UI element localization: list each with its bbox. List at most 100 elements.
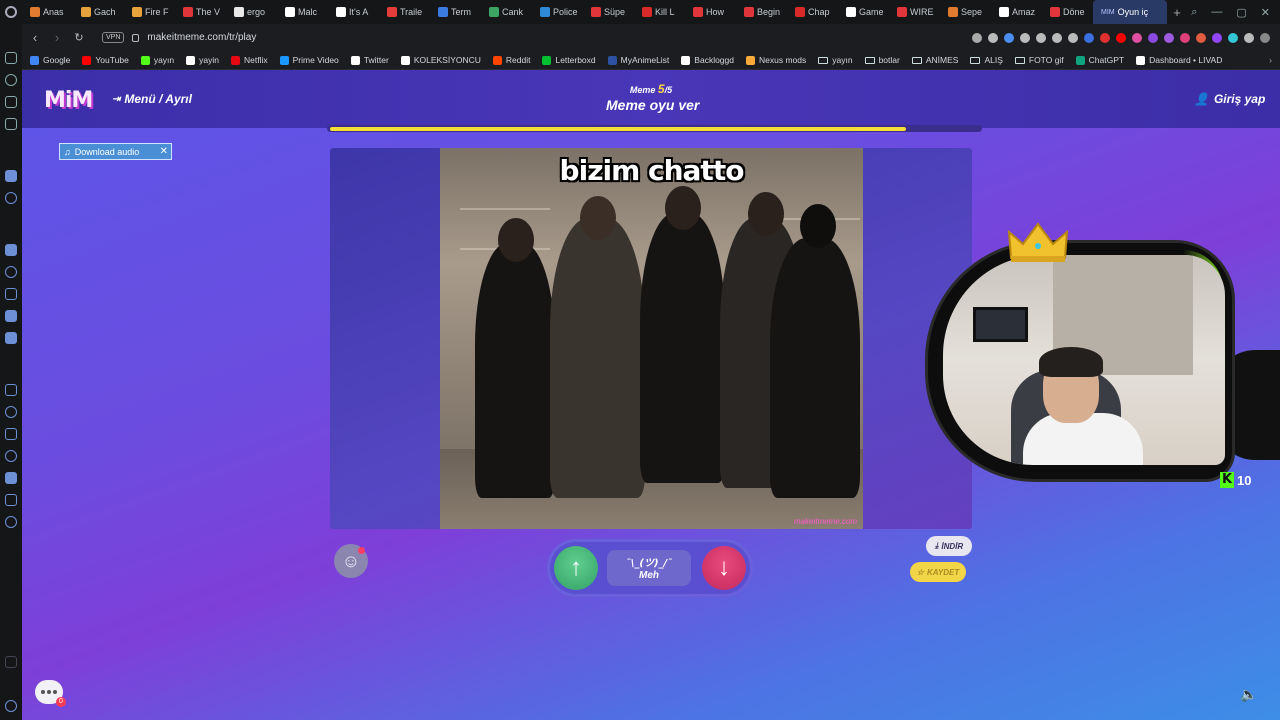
- sidebar-home-icon[interactable]: [5, 52, 17, 64]
- sidebar-discord-icon[interactable]: [5, 332, 17, 344]
- tab[interactable]: Term: [430, 0, 481, 24]
- volume-extension-icon[interactable]: [1084, 32, 1094, 43]
- bookmark-item[interactable]: MyAnimeList: [607, 55, 669, 65]
- sidebar-m-icon[interactable]: [5, 118, 17, 130]
- download-meme-button[interactable]: ⤓ İNDİR: [926, 536, 972, 556]
- bookmark-item[interactable]: Google: [30, 55, 70, 65]
- tab[interactable]: Chap: [787, 0, 838, 24]
- sidebar-history-icon[interactable]: [5, 450, 17, 462]
- tab[interactable]: Begin: [736, 0, 787, 24]
- minimize-icon[interactable]: —: [1211, 6, 1222, 19]
- tab[interactable]: ergo: [226, 0, 277, 24]
- search-tabs-icon[interactable]: ⌕: [1191, 6, 1197, 19]
- meh-button[interactable]: ¯\_(ツ)_/¯ Meh: [607, 550, 691, 586]
- sidebar-whatsapp-icon[interactable]: [5, 266, 17, 278]
- sidebar-more-icon[interactable]: [5, 700, 17, 712]
- tab[interactable]: Sepe: [940, 0, 991, 24]
- sidebar-favorites-icon[interactable]: [5, 406, 17, 418]
- menu-leave-link[interactable]: ⇥ Menü / Ayrıl: [112, 92, 192, 106]
- twitch-extension-icon[interactable]: [1212, 32, 1222, 43]
- cyan-extension-icon[interactable]: [1228, 32, 1238, 43]
- tab[interactable]: Fire F: [124, 0, 175, 24]
- bookmark-folder[interactable]: yayın: [818, 55, 853, 65]
- shield-icon[interactable]: [1004, 32, 1014, 43]
- pin-icon[interactable]: [972, 32, 982, 43]
- mim-logo[interactable]: MiM: [44, 88, 93, 113]
- tab[interactable]: Gach: [73, 0, 124, 24]
- vpn-badge[interactable]: VPN: [102, 32, 125, 43]
- back-icon[interactable]: ‹: [26, 30, 44, 45]
- bookmark-item[interactable]: yayin: [186, 55, 219, 65]
- menu-dots-icon[interactable]: [1260, 32, 1270, 43]
- color-extension-icon[interactable]: [1196, 32, 1206, 43]
- bookmark-item[interactable]: Reddit: [492, 55, 530, 65]
- forward-icon[interactable]: ›: [48, 30, 66, 45]
- maximize-icon[interactable]: ▢: [1236, 6, 1246, 19]
- sidebar-gx-icon[interactable]: [5, 656, 17, 668]
- bookmark-item[interactable]: KOLEKSİYONCU: [400, 55, 481, 65]
- tab[interactable]: Malc: [277, 0, 328, 24]
- tab[interactable]: Cank: [481, 0, 532, 24]
- sidebar-gear-icon[interactable]: [5, 516, 17, 528]
- sidebar-settings-icon[interactable]: [5, 192, 17, 204]
- youtube-extension-icon[interactable]: [1116, 32, 1126, 43]
- bookmarks-more-icon[interactable]: ›: [1269, 55, 1280, 65]
- recorder-extension-icon[interactable]: [1100, 32, 1110, 43]
- tab[interactable]: Traile: [379, 0, 430, 24]
- sidebar-twitch-icon[interactable]: [5, 244, 17, 256]
- pink-extension-icon[interactable]: [1132, 32, 1142, 43]
- save-meme-button[interactable]: ☆ KAYDET: [910, 562, 966, 582]
- heart-icon[interactable]: [1068, 32, 1078, 43]
- bookmark-item[interactable]: Prime Video: [279, 55, 339, 65]
- sidebar-extensions-icon[interactable]: [5, 494, 17, 506]
- bookmark-folder[interactable]: ANİMES: [911, 55, 958, 65]
- close-icon[interactable]: ✕: [160, 146, 171, 157]
- bookmark-folder[interactable]: FOTO gif: [1014, 55, 1064, 65]
- sidebar-wallet-icon[interactable]: [5, 428, 17, 440]
- lock-icon[interactable]: [132, 33, 140, 42]
- tab[interactable]: Anas: [22, 0, 73, 24]
- tab[interactable]: Amaz: [991, 0, 1042, 24]
- sidebar-apps-icon[interactable]: [5, 384, 17, 396]
- sidebar-messenger-icon[interactable]: [5, 74, 17, 86]
- tab[interactable]: The V: [175, 0, 226, 24]
- purple-extension-icon[interactable]: [1148, 32, 1158, 43]
- tab[interactable]: Süpe: [583, 0, 634, 24]
- sidebar-aria-icon[interactable]: [5, 170, 17, 182]
- tab-active[interactable]: MIM Oyun iç: [1093, 0, 1167, 24]
- download-icon[interactable]: [1020, 32, 1030, 43]
- url-field[interactable]: makeitmeme.com/tr/play: [147, 32, 256, 43]
- bookmark-item[interactable]: ChatGPT: [1075, 55, 1124, 65]
- upvote-button[interactable]: ↑: [554, 546, 598, 590]
- bookmark-item[interactable]: Dashboard • LIVAD: [1136, 55, 1222, 65]
- close-window-icon[interactable]: ✕: [1261, 6, 1270, 19]
- bookmark-item[interactable]: YouTube: [82, 55, 129, 65]
- bookmark-item[interactable]: Nexus mods: [746, 55, 806, 65]
- bookmark-item[interactable]: Netflix: [231, 55, 268, 65]
- sidebar-downloads-icon[interactable]: [5, 472, 17, 484]
- bookmark-item[interactable]: Letterboxd: [542, 55, 596, 65]
- puzzle-icon[interactable]: [1244, 32, 1254, 43]
- emoji-reaction-button[interactable]: ☺: [334, 544, 368, 578]
- sound-toggle-icon[interactable]: 🔈: [1240, 686, 1257, 703]
- heart-extension-icon[interactable]: [1180, 32, 1190, 43]
- sidebar-x-icon[interactable]: [5, 310, 17, 322]
- tab[interactable]: WIRE: [889, 0, 940, 24]
- opera-menu-icon[interactable]: [0, 0, 22, 24]
- tab[interactable]: Game: [838, 0, 889, 24]
- sidebar-flow-icon[interactable]: [5, 96, 17, 108]
- bookmark-item[interactable]: Backloggd: [681, 55, 734, 65]
- downvote-button[interactable]: ↓: [702, 546, 746, 590]
- reload-icon[interactable]: ↻: [70, 31, 88, 44]
- bookmark-item[interactable]: Twitter: [350, 55, 389, 65]
- tab[interactable]: How: [685, 0, 736, 24]
- tab[interactable]: It's A: [328, 0, 379, 24]
- download-audio-tooltip[interactable]: ♫ Download audio ✕: [59, 143, 172, 160]
- sidebar-instagram-icon[interactable]: [5, 288, 17, 300]
- wallet-icon[interactable]: [1052, 32, 1062, 43]
- bookmark-folder[interactable]: ALIŞ: [970, 55, 1003, 65]
- chat-button[interactable]: 0: [35, 680, 66, 707]
- snapshot-icon[interactable]: [988, 32, 998, 43]
- play-icon[interactable]: [1036, 32, 1046, 43]
- tab[interactable]: Kill L: [634, 0, 685, 24]
